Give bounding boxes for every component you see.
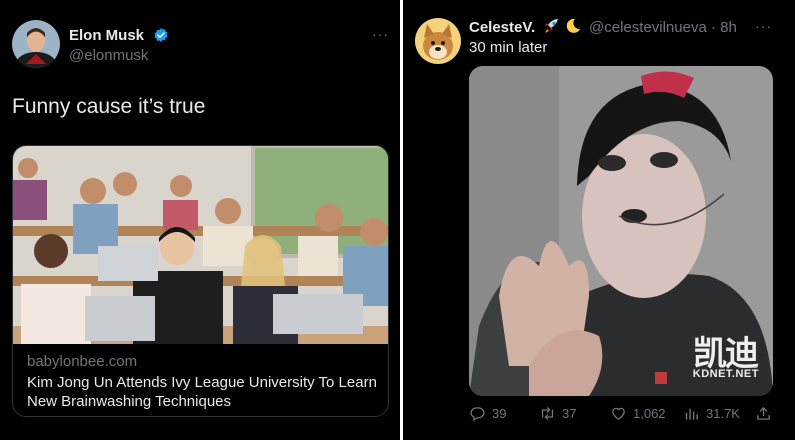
share-icon [757,406,770,420]
tweet-actions-bar: 39 37 1,062 31.7K [469,403,779,423]
left-tweet: Elon Musk @elonmusk ··· Funny cause it’s… [0,0,400,440]
watermark-text: KDNET.NET [692,368,759,380]
card-title: Kim Jong Un Attends Ivy League Universit… [27,374,377,410]
like-icon [612,407,625,420]
card-domain: babylonbee.com [27,353,138,370]
views-count: 31.7K [706,405,740,421]
views-icon [685,408,698,420]
like-button[interactable]: 1,062 [610,403,666,423]
retweet-icon [541,406,554,420]
card-image [13,146,388,344]
retweet-button[interactable]: 37 [539,403,576,423]
more-options-icon[interactable]: ··· [755,18,772,34]
right-tweet: CelesteV. @celestevilnueva · 8h ··· 30 m… [403,0,795,440]
link-card[interactable]: babylonbee.com Kim Jong Un Attends Ivy L… [12,145,389,417]
author-name[interactable]: Elon Musk [69,27,144,44]
share-button[interactable] [755,403,772,423]
celeste-avatar[interactable] [415,18,461,64]
tweet-text: Funny cause it’s true [12,95,206,118]
elon-avatar[interactable] [12,20,60,68]
author-name[interactable]: CelesteV. [469,19,535,36]
verified-badge-icon [154,28,168,42]
handle-and-time[interactable]: @celestevilnueva · 8h [589,19,737,36]
reply-count: 39 [492,405,507,421]
reply-button[interactable]: 39 [469,403,506,423]
retweet-count: 37 [562,405,577,421]
like-count: 1,062 [633,405,666,421]
crescent-moon-emoji-icon [566,18,580,33]
reply-icon [470,406,485,421]
tweet-media-image[interactable]: 凯迪 KDNET.NET [469,66,773,396]
views-button[interactable]: 31.7K [683,403,740,423]
more-options-icon[interactable]: ··· [372,26,389,42]
tweet-text: 30 min later [469,39,548,56]
author-handle[interactable]: @elonmusk [69,47,148,64]
rocket-emoji-icon [545,19,558,33]
